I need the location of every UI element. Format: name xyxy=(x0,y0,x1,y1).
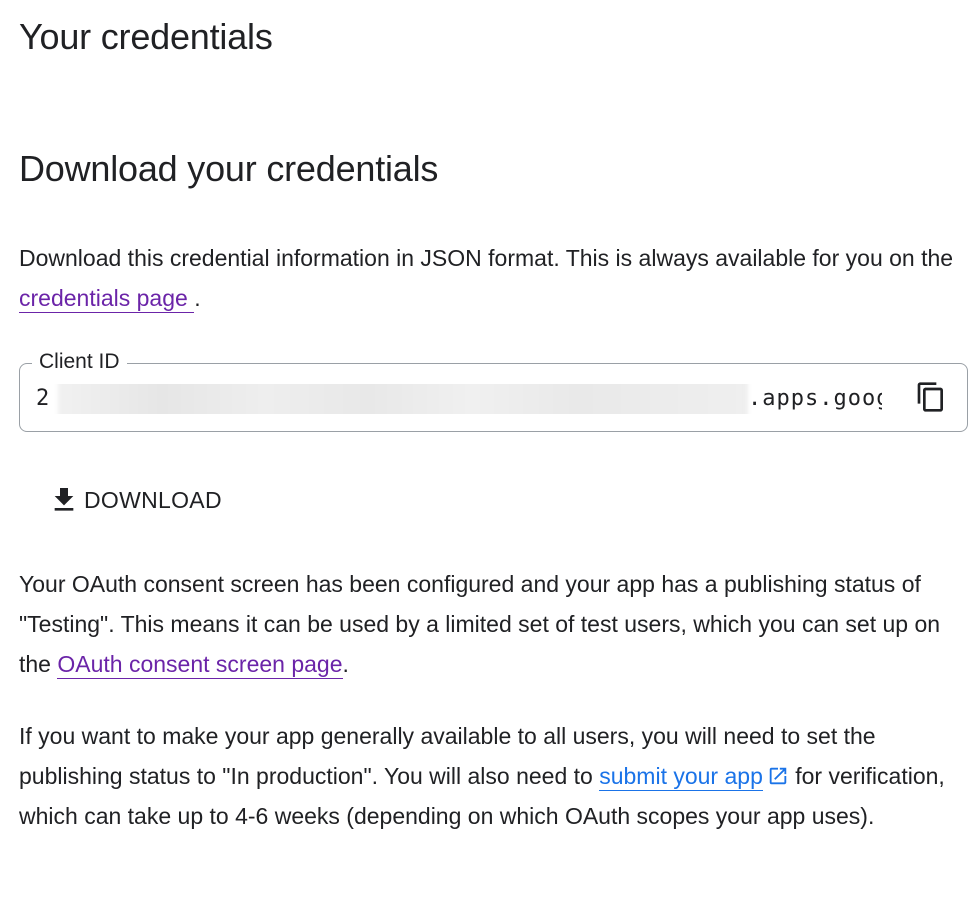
client-id-value[interactable]: 2 .apps.goog xyxy=(36,384,882,414)
external-link-icon[interactable] xyxy=(767,765,789,787)
redacted-client-id xyxy=(58,384,748,414)
page-title: Your credentials xyxy=(19,16,273,57)
download-button[interactable]: DOWNLOAD xyxy=(40,476,230,524)
download-description: Download this credential information in … xyxy=(19,238,964,318)
oauth-consent-screen-link[interactable]: OAuth consent screen page xyxy=(57,651,343,679)
section-title: Download your credentials xyxy=(19,148,439,189)
client-id-label: Client ID xyxy=(32,349,127,375)
consent-info: Your OAuth consent screen has been confi… xyxy=(19,564,964,684)
client-id-value-end: .apps.goog xyxy=(748,386,882,411)
download-button-label: DOWNLOAD xyxy=(84,486,222,513)
copy-client-id-button[interactable] xyxy=(915,380,947,414)
client-id-field[interactable]: Client ID 2 .apps.goog xyxy=(19,349,968,432)
client-id-value-start: 2 xyxy=(36,386,51,411)
submit-your-app-link[interactable]: submit your app xyxy=(599,763,763,791)
download-description-text: Download this credential information in … xyxy=(19,245,954,271)
download-description-suffix: . xyxy=(194,285,201,311)
download-icon xyxy=(54,488,74,511)
credentials-page-link[interactable]: credentials page xyxy=(19,285,195,313)
consent-info-suffix: . xyxy=(342,651,349,677)
copy-icon xyxy=(917,382,943,412)
production-info: If you want to make your app generally a… xyxy=(19,716,964,836)
